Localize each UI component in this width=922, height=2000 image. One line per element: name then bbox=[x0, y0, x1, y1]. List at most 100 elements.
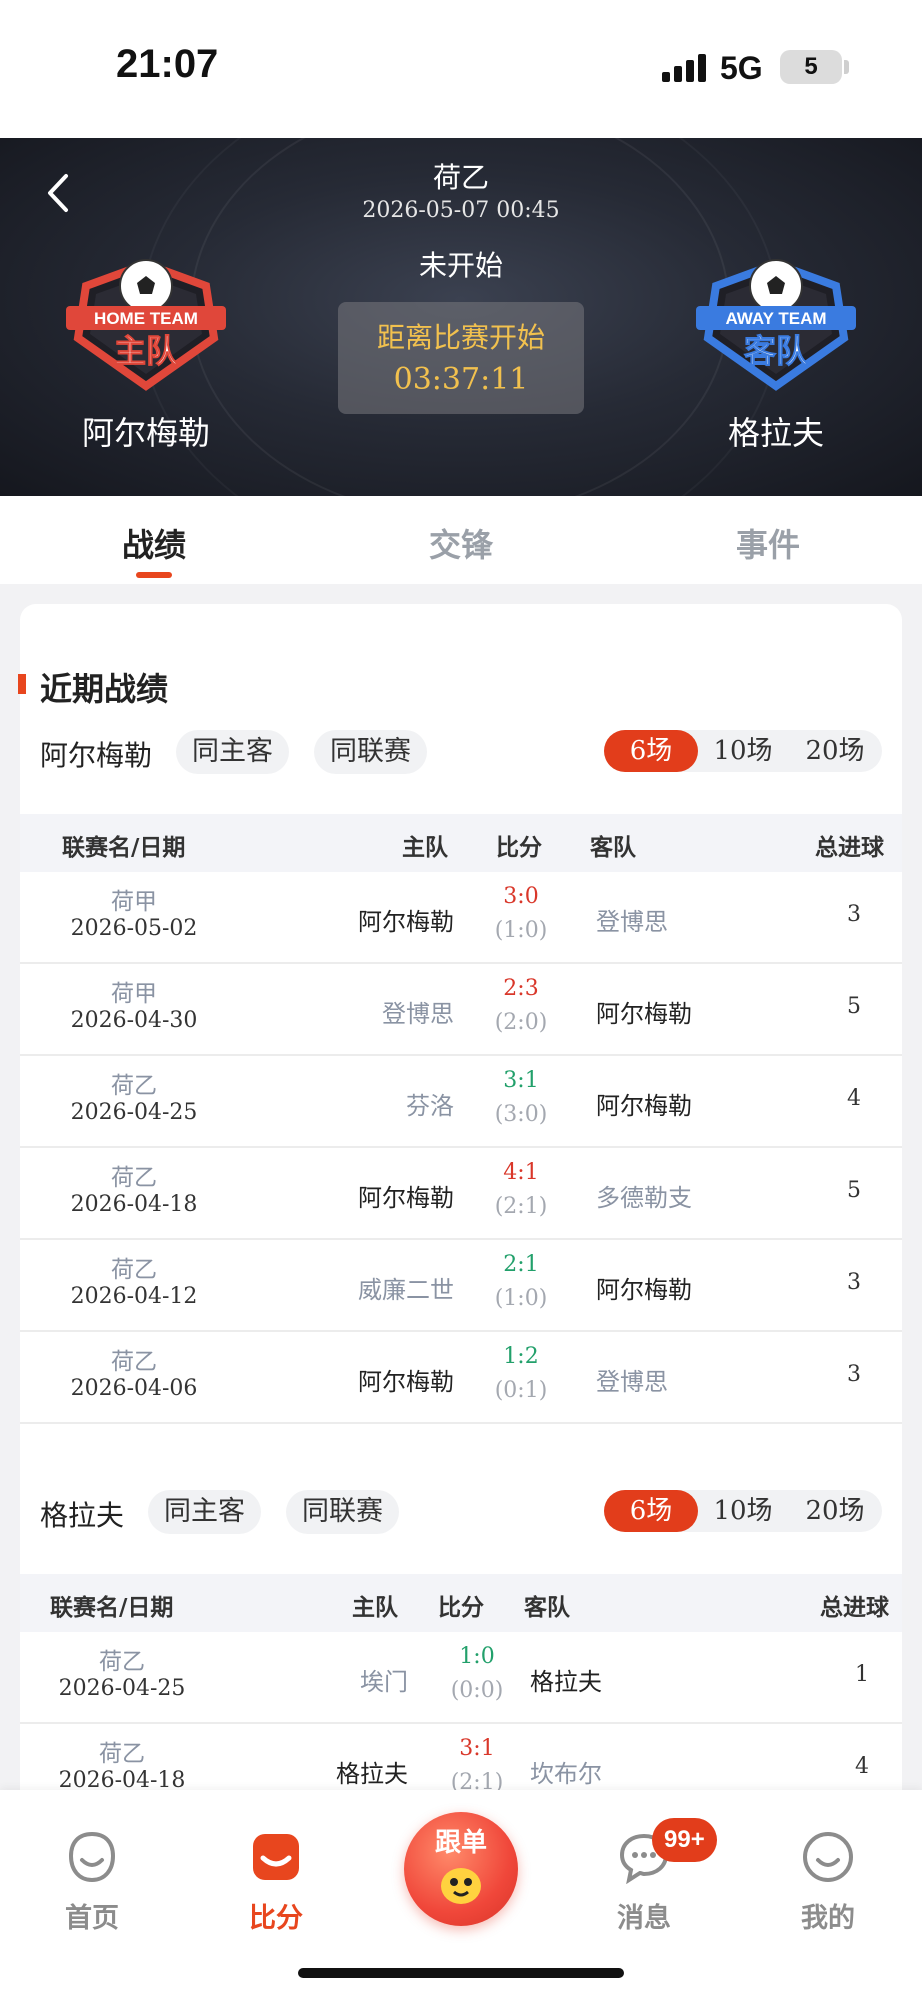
home-count-20[interactable]: 20场 bbox=[788, 730, 882, 772]
row-away-team: 多德勒支 bbox=[596, 1184, 692, 1212]
tab-events[interactable]: 事件 bbox=[688, 520, 848, 566]
away-table-header: 联赛名/日期 主队 比分 客队 总进球 bbox=[20, 1574, 902, 1632]
row-date: 2026-04-12 bbox=[70, 1284, 198, 1309]
section-marker bbox=[18, 674, 26, 694]
home-team[interactable]: HOME TEAM 主队 阿尔梅勒 bbox=[56, 246, 236, 454]
tab-head-to-head[interactable]: 交锋 bbox=[381, 520, 541, 566]
col-total: 总进球 bbox=[820, 1595, 889, 1621]
row-away-team: 阿尔梅勒 bbox=[596, 1276, 692, 1304]
status-bar: 21:07 5G 5 bbox=[0, 0, 922, 138]
row-home-team: 格拉夫 bbox=[336, 1760, 408, 1788]
col-league-date: 联赛名/日期 bbox=[62, 835, 186, 861]
home-indicator bbox=[298, 1968, 624, 1978]
col-home: 主队 bbox=[402, 835, 448, 861]
row-date: 2026-04-06 bbox=[70, 1376, 198, 1401]
tab-active-indicator bbox=[136, 572, 172, 578]
row-total-goals: 4 bbox=[855, 1754, 869, 1779]
nav-profile[interactable]: 我的 bbox=[768, 1830, 888, 1935]
row-score: 1:2 bbox=[503, 1344, 539, 1369]
away-chip-same-venue[interactable]: 同主客 bbox=[148, 1490, 261, 1534]
table-row[interactable]: 荷甲 2026-05-02 阿尔梅勒 3:0 (1:0) 登博思 3 bbox=[20, 872, 902, 964]
home-count-6[interactable]: 6场 bbox=[604, 730, 698, 772]
follow-mascot-icon[interactable]: 跟单 bbox=[404, 1812, 518, 1926]
away-logo-main: 客队 bbox=[744, 332, 809, 370]
nav-profile-label: 我的 bbox=[801, 1903, 855, 1934]
message-badge: 99+ bbox=[652, 1818, 717, 1862]
row-league: 荷乙 bbox=[99, 1741, 145, 1767]
tab-bar: 战绩 交锋 事件 bbox=[0, 496, 922, 584]
row-score: 2:3 bbox=[503, 976, 539, 1001]
countdown-box: 距离比赛开始 03:37:11 bbox=[338, 302, 584, 414]
league-name: 荷乙 bbox=[432, 161, 489, 194]
row-halftime: (0:1) bbox=[494, 1378, 548, 1403]
row-date: 2026-04-18 bbox=[70, 1192, 198, 1217]
away-team-name: 格拉夫 bbox=[727, 414, 824, 452]
col-score: 比分 bbox=[438, 1595, 484, 1621]
row-home-team: 埃门 bbox=[360, 1668, 408, 1696]
row-date: 2026-04-25 bbox=[58, 1676, 186, 1701]
table-row[interactable]: 荷乙 2026-04-06 阿尔梅勒 1:2 (0:1) 登博思 3 bbox=[20, 1332, 902, 1424]
battery-icon: 5 bbox=[780, 50, 842, 84]
row-score: 3:1 bbox=[503, 1068, 539, 1093]
row-total-goals: 1 bbox=[855, 1662, 869, 1687]
row-league: 荷甲 bbox=[111, 889, 157, 915]
row-total-goals: 3 bbox=[847, 902, 861, 927]
home-logo-main: 主队 bbox=[114, 332, 179, 370]
row-score: 3:1 bbox=[459, 1736, 495, 1761]
row-score: 2:1 bbox=[503, 1252, 539, 1277]
nav-score[interactable]: 比分 bbox=[216, 1830, 336, 1935]
tab-record[interactable]: 战绩 bbox=[74, 520, 234, 578]
away-count-6[interactable]: 6场 bbox=[604, 1490, 698, 1532]
row-total-goals: 4 bbox=[847, 1086, 861, 1111]
row-home-team: 登博思 bbox=[382, 1000, 454, 1028]
profile-face-icon bbox=[801, 1830, 855, 1884]
home-chip-same-venue[interactable]: 同主客 bbox=[176, 730, 289, 774]
row-score: 3:0 bbox=[503, 884, 539, 909]
row-total-goals: 5 bbox=[847, 1178, 861, 1203]
row-halftime: (2:0) bbox=[494, 1010, 548, 1035]
away-count-10[interactable]: 10场 bbox=[696, 1490, 790, 1532]
signal-icon bbox=[662, 52, 708, 82]
row-home-team: 阿尔梅勒 bbox=[358, 1184, 454, 1212]
row-date: 2026-05-02 bbox=[70, 916, 198, 941]
row-league: 荷乙 bbox=[111, 1349, 157, 1375]
row-total-goals: 5 bbox=[847, 994, 861, 1019]
nav-home[interactable]: 首页 bbox=[32, 1830, 152, 1935]
row-league: 荷乙 bbox=[99, 1649, 145, 1675]
row-score: 1:0 bbox=[459, 1644, 495, 1669]
home-team-name: 阿尔梅勒 bbox=[81, 414, 210, 452]
row-home-team: 阿尔梅勒 bbox=[358, 908, 454, 936]
row-total-goals: 3 bbox=[847, 1270, 861, 1295]
away-chip-same-league[interactable]: 同联赛 bbox=[286, 1490, 399, 1534]
away-count-20[interactable]: 20场 bbox=[788, 1490, 882, 1532]
table-row[interactable]: 荷乙 2026-04-12 威廉二世 2:1 (1:0) 阿尔梅勒 3 bbox=[20, 1240, 902, 1332]
home-table-header: 联赛名/日期 主队 比分 客队 总进球 bbox=[20, 814, 902, 872]
tab-h2h-label: 交锋 bbox=[428, 526, 493, 564]
table-row[interactable]: 荷甲 2026-04-30 登博思 2:3 (2:0) 阿尔梅勒 5 bbox=[20, 964, 902, 1056]
home-team-logo: HOME TEAM 主队 bbox=[56, 246, 236, 396]
clock: 21:07 bbox=[116, 42, 219, 86]
nav-score-label: 比分 bbox=[249, 1903, 303, 1934]
row-away-team: 阿尔梅勒 bbox=[596, 1092, 692, 1120]
row-away-team: 登博思 bbox=[596, 908, 668, 936]
section-title: 近期战绩 bbox=[40, 670, 169, 708]
row-date: 2026-04-25 bbox=[70, 1100, 198, 1125]
row-date: 2026-04-30 bbox=[70, 1008, 198, 1033]
tab-record-label: 战绩 bbox=[121, 526, 186, 564]
away-team-logo: AWAY TEAM 客队 bbox=[686, 246, 866, 396]
home-chip-same-league[interactable]: 同联赛 bbox=[314, 730, 427, 774]
home-count-10[interactable]: 10场 bbox=[696, 730, 790, 772]
row-halftime: (2:1) bbox=[494, 1194, 548, 1219]
row-halftime: (3:0) bbox=[494, 1102, 548, 1127]
home-logo-top: HOME TEAM bbox=[94, 309, 198, 328]
table-row[interactable]: 荷乙 2026-04-18 阿尔梅勒 4:1 (2:1) 多德勒支 5 bbox=[20, 1148, 902, 1240]
network-label: 5G bbox=[720, 50, 763, 86]
row-home-team: 威廉二世 bbox=[358, 1276, 454, 1304]
tab-events-label: 事件 bbox=[735, 526, 800, 564]
table-row[interactable]: 荷乙 2026-04-25 芬洛 3:1 (3:0) 阿尔梅勒 4 bbox=[20, 1056, 902, 1148]
row-halftime: (1:0) bbox=[494, 1286, 548, 1311]
col-away: 客队 bbox=[524, 1595, 570, 1621]
table-row[interactable]: 荷乙 2026-04-25 埃门 1:0 (0:0) 格拉夫 1 bbox=[20, 1632, 902, 1724]
away-team[interactable]: AWAY TEAM 客队 格拉夫 bbox=[686, 246, 866, 454]
match-datetime: 2026-05-07 00:45 bbox=[362, 198, 560, 223]
